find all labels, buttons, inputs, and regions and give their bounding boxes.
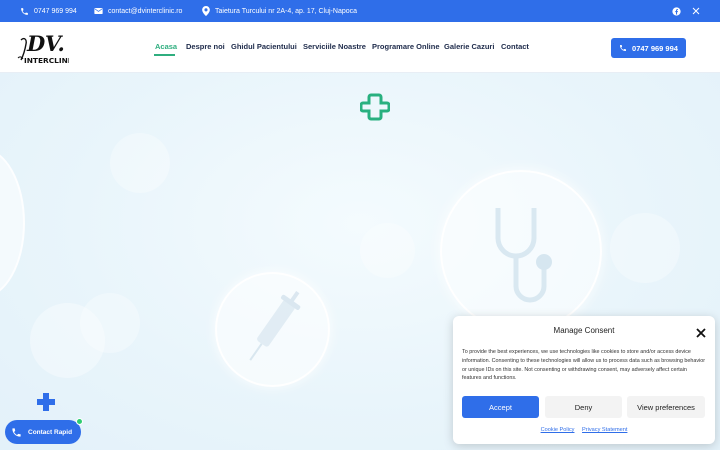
site-logo[interactable]: DV. INTERCLINIC bbox=[15, 30, 76, 66]
nav-programare-online[interactable]: Programare Online bbox=[372, 42, 440, 51]
topbar-phone[interactable]: 0747 969 994 bbox=[20, 0, 77, 22]
stethoscope-icon bbox=[495, 208, 552, 303]
nav-serviciile-noastre[interactable]: Serviciile Noastre bbox=[303, 42, 366, 51]
stethoscope-circle bbox=[440, 170, 602, 332]
topbar-phone-text: 0747 969 994 bbox=[34, 7, 77, 15]
nav-acasa[interactable]: Acasa bbox=[155, 42, 177, 51]
accept-button[interactable]: Accept bbox=[462, 396, 539, 418]
nav-despre-noi[interactable]: Despre noi bbox=[186, 42, 225, 51]
phone-icon bbox=[21, 7, 28, 15]
background-bubble bbox=[610, 213, 680, 283]
phone-icon bbox=[12, 427, 21, 437]
svg-text:INTERCLINIC: INTERCLINIC bbox=[24, 56, 69, 65]
consent-links: Cookie Policy Privacy Statement bbox=[453, 427, 715, 433]
topbar-email-text: contact@dvinterclinic.ro bbox=[108, 7, 183, 15]
site-header: DV. INTERCLINIC Acasa Despre noi Ghidul … bbox=[0, 22, 720, 73]
consent-text: To provide the best experiences, we use … bbox=[462, 349, 706, 382]
green-cross-icon bbox=[360, 93, 390, 121]
view-preferences-button[interactable]: View preferences bbox=[627, 396, 705, 418]
blue-cross-icon bbox=[37, 393, 55, 411]
nav-active-underline bbox=[154, 54, 175, 56]
svg-text:DV.: DV. bbox=[26, 31, 65, 56]
top-info-bar: 0747 969 994 contact@dvinterclinic.ro Ta… bbox=[0, 0, 720, 22]
background-bubble bbox=[360, 223, 415, 278]
consent-title: Manage Consent bbox=[553, 326, 615, 335]
header-phone-label: 0747 969 994 bbox=[632, 43, 678, 53]
nav-ghidul-pacientului[interactable]: Ghidul Pacientului bbox=[231, 42, 297, 51]
topbar-address[interactable]: Taietura Turcului nr 2A-4, ap. 17, Cluj-… bbox=[202, 0, 357, 22]
envelope-icon bbox=[94, 8, 103, 14]
topbar-address-text: Taietura Turcului nr 2A-4, ap. 17, Cluj-… bbox=[215, 7, 358, 15]
syringe-circle bbox=[215, 272, 330, 387]
topbar-email[interactable]: contact@dvinterclinic.ro bbox=[94, 0, 182, 22]
privacy-statement-link[interactable]: Privacy Statement bbox=[582, 427, 627, 433]
background-bubble bbox=[110, 133, 170, 193]
contact-rapid-label: Contact Rapid bbox=[28, 428, 73, 436]
header-phone-button[interactable]: 0747 969 994 bbox=[611, 38, 686, 58]
online-status-dot bbox=[76, 418, 83, 425]
cookie-policy-link[interactable]: Cookie Policy bbox=[541, 427, 575, 433]
contact-rapid-button[interactable]: Contact Rapid bbox=[5, 418, 83, 444]
syringe-icon bbox=[249, 290, 301, 361]
background-bubble bbox=[0, 148, 25, 298]
phone-icon bbox=[620, 45, 627, 51]
close-icon[interactable] bbox=[696, 325, 706, 338]
nav-galerie-cazuri[interactable]: Galerie Cazuri bbox=[444, 42, 494, 51]
nav-contact[interactable]: Contact bbox=[501, 42, 529, 51]
cookie-consent-dialog: Manage Consent To provide the best exper… bbox=[453, 316, 715, 444]
facebook-icon[interactable] bbox=[669, 0, 683, 22]
deny-button[interactable]: Deny bbox=[545, 396, 622, 418]
map-pin-icon bbox=[202, 6, 210, 16]
background-bubble bbox=[80, 293, 140, 353]
x-icon[interactable] bbox=[689, 0, 703, 22]
